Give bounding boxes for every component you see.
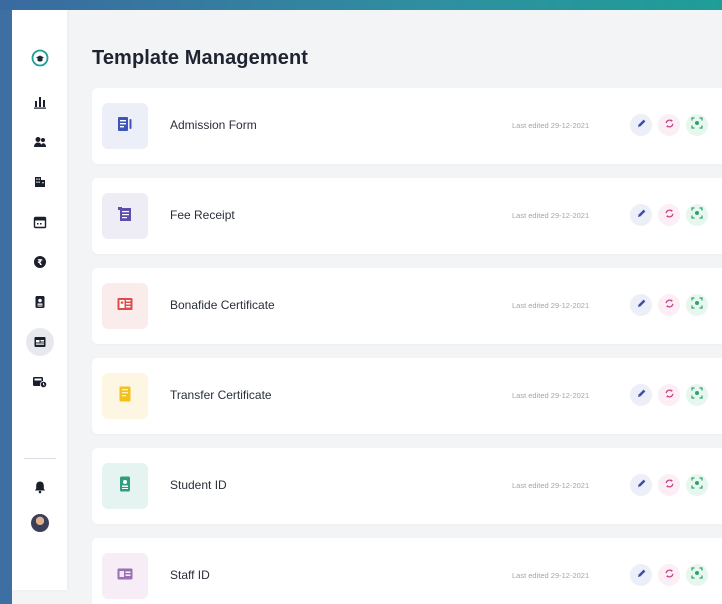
template-thumbnail bbox=[102, 103, 148, 149]
template-name[interactable]: Admission Form bbox=[170, 118, 257, 132]
template-thumbnail bbox=[102, 193, 148, 239]
template-name[interactable]: Staff ID bbox=[170, 568, 210, 582]
sync-icon bbox=[664, 116, 675, 134]
last-edited-date: Last edited 29-12-2021 bbox=[512, 211, 590, 220]
student-id-icon bbox=[116, 475, 134, 498]
view-button[interactable] bbox=[686, 294, 708, 316]
app-window: ₹ Template Management Admission Form Las… bbox=[12, 10, 722, 604]
sync-button[interactable] bbox=[658, 114, 680, 136]
edit-icon bbox=[636, 296, 647, 314]
edit-icon bbox=[636, 386, 647, 404]
template-name[interactable]: Bonafide Certificate bbox=[170, 298, 275, 312]
form-icon bbox=[116, 115, 134, 138]
template-card[interactable]: Admission Form Last edited 29-12-2021 bbox=[92, 88, 722, 164]
sync-button[interactable] bbox=[658, 204, 680, 226]
view-button[interactable] bbox=[686, 564, 708, 586]
profile-avatar[interactable] bbox=[26, 509, 54, 537]
last-edited-date: Last edited 29-12-2021 bbox=[512, 571, 590, 580]
page-title: Template Management bbox=[92, 47, 309, 69]
template-name[interactable]: Transfer Certificate bbox=[170, 388, 272, 402]
calendar-icon[interactable] bbox=[26, 208, 54, 236]
template-actions bbox=[630, 204, 708, 226]
bell-icon[interactable] bbox=[26, 473, 54, 501]
finance-icon[interactable]: ₹ bbox=[26, 248, 54, 276]
view-button[interactable] bbox=[686, 474, 708, 496]
template-thumbnail bbox=[102, 553, 148, 599]
template-name[interactable]: Fee Receipt bbox=[170, 208, 235, 222]
template-actions bbox=[630, 474, 708, 496]
template-card[interactable]: Student ID Last edited 29-12-2021 bbox=[92, 448, 722, 524]
edit-icon bbox=[636, 476, 647, 494]
template-actions bbox=[630, 114, 708, 136]
template-card[interactable]: Bonafide Certificate Last edited 29-12-2… bbox=[92, 268, 722, 344]
templates-icon[interactable] bbox=[26, 328, 54, 356]
template-thumbnail bbox=[102, 463, 148, 509]
last-edited-date: Last edited 29-12-2021 bbox=[512, 481, 590, 490]
sync-icon bbox=[664, 386, 675, 404]
view-button[interactable] bbox=[686, 384, 708, 406]
edit-icon bbox=[636, 206, 647, 224]
last-edited-date: Last edited 29-12-2021 bbox=[512, 391, 590, 400]
receipt-icon bbox=[116, 205, 134, 228]
document-icon bbox=[116, 385, 134, 408]
template-thumbnail bbox=[102, 283, 148, 329]
sync-icon bbox=[664, 476, 675, 494]
id-badge-icon[interactable] bbox=[26, 288, 54, 316]
sync-icon bbox=[664, 296, 675, 314]
view-icon bbox=[691, 116, 703, 134]
view-icon bbox=[691, 386, 703, 404]
building-icon[interactable] bbox=[26, 168, 54, 196]
template-actions bbox=[630, 384, 708, 406]
sync-icon bbox=[664, 566, 675, 584]
last-edited-date: Last edited 29-12-2021 bbox=[512, 121, 590, 130]
view-icon bbox=[691, 476, 703, 494]
top-accent-bar bbox=[0, 0, 722, 10]
sync-button[interactable] bbox=[658, 564, 680, 586]
edit-button[interactable] bbox=[630, 204, 652, 226]
sidebar-divider bbox=[24, 458, 56, 459]
edit-button[interactable] bbox=[630, 384, 652, 406]
sidebar: ₹ bbox=[12, 10, 67, 590]
sync-button[interactable] bbox=[658, 474, 680, 496]
view-button[interactable] bbox=[686, 204, 708, 226]
svg-text:₹: ₹ bbox=[37, 258, 43, 267]
edit-button[interactable] bbox=[630, 564, 652, 586]
sync-icon bbox=[664, 206, 675, 224]
main-content: Template Management Admission Form Last … bbox=[92, 10, 722, 604]
edit-icon bbox=[636, 116, 647, 134]
view-icon bbox=[691, 566, 703, 584]
edit-icon bbox=[636, 566, 647, 584]
template-actions bbox=[630, 294, 708, 316]
template-name[interactable]: Student ID bbox=[170, 478, 227, 492]
template-card[interactable]: Transfer Certificate Last edited 29-12-2… bbox=[92, 358, 722, 434]
staff-id-icon bbox=[116, 565, 134, 588]
certificate-icon bbox=[116, 295, 134, 318]
logo-icon[interactable] bbox=[26, 44, 54, 72]
analytics-icon[interactable] bbox=[26, 88, 54, 116]
view-icon bbox=[691, 296, 703, 314]
view-button[interactable] bbox=[686, 114, 708, 136]
edit-button[interactable] bbox=[630, 114, 652, 136]
edit-button[interactable] bbox=[630, 474, 652, 496]
avatar bbox=[31, 514, 49, 532]
users-icon[interactable] bbox=[26, 128, 54, 156]
sync-button[interactable] bbox=[658, 294, 680, 316]
transport-icon[interactable] bbox=[26, 368, 54, 396]
last-edited-date: Last edited 29-12-2021 bbox=[512, 301, 590, 310]
template-thumbnail bbox=[102, 373, 148, 419]
template-card[interactable]: Fee Receipt Last edited 29-12-2021 bbox=[92, 178, 722, 254]
sync-button[interactable] bbox=[658, 384, 680, 406]
edit-button[interactable] bbox=[630, 294, 652, 316]
template-actions bbox=[630, 564, 708, 586]
template-card[interactable]: Staff ID Last edited 29-12-2021 bbox=[92, 538, 722, 604]
view-icon bbox=[691, 206, 703, 224]
